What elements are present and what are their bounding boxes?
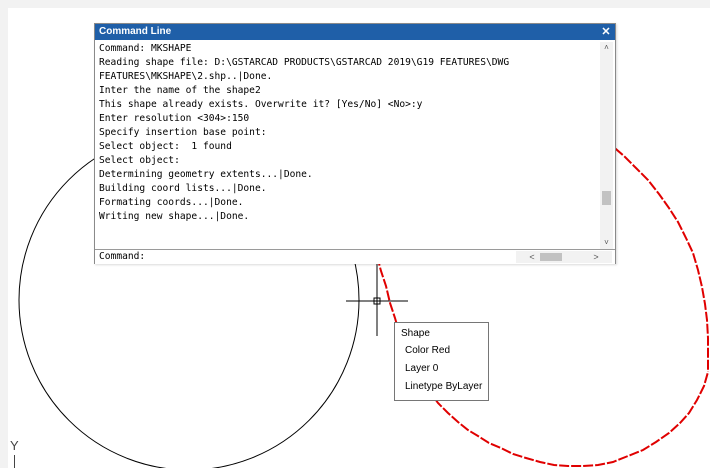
command-line-title: Command Line (99, 26, 172, 37)
history-line: Writing new shape...|Done. (99, 211, 250, 222)
tooltip-title: Shape (401, 328, 430, 339)
object-tooltip: Shape Color Red Layer 0 Linetype ByLayer (394, 322, 489, 401)
history-line: FEATURES\MKSHAPE\2.shp..|Done. (99, 71, 273, 82)
history-line: Building coord lists...|Done. (99, 183, 267, 194)
history-line: Formating coords...|Done. (99, 197, 244, 208)
command-line-titlebar[interactable]: Command Line ✕ (95, 24, 615, 40)
horizontal-scroll-thumb[interactable] (540, 253, 562, 261)
tooltip-color: Color Red (405, 345, 451, 356)
scroll-down-icon[interactable]: ˅ (600, 237, 613, 249)
history-line: This shape already exists. Overwrite it?… (99, 99, 423, 110)
close-icon[interactable]: ✕ (601, 24, 611, 40)
history-line: Determining geometry extents...|Done. (99, 169, 313, 180)
tooltip-layer: Layer 0 (405, 363, 439, 374)
ucs-axis-icon (14, 455, 15, 468)
scroll-right-icon[interactable]: > (590, 251, 602, 263)
history-line: Inter the name of the shape2 (99, 85, 261, 96)
vertical-scrollbar[interactable]: ˄ ˅ (600, 42, 613, 249)
command-line-window[interactable]: Command Line ✕ Command: MKSHAPE Reading … (94, 23, 616, 264)
history-line: Reading shape file: D:\GSTARCAD PRODUCTS… (99, 57, 510, 68)
command-prompt[interactable]: Command: (99, 250, 145, 264)
ucs-y-label: Y (10, 438, 19, 453)
command-history[interactable]: Command: MKSHAPE Reading shape file: D:\… (99, 42, 599, 250)
history-line: Enter resolution <304>:150 (99, 113, 250, 124)
vertical-scroll-thumb[interactable] (602, 191, 611, 205)
horizontal-scrollbar[interactable]: < > (516, 251, 612, 263)
scroll-up-icon[interactable]: ˄ (600, 42, 613, 54)
scroll-left-icon[interactable]: < (526, 251, 538, 263)
command-input-row[interactable]: Command: < > (95, 249, 615, 264)
history-line: Select object: 1 found (99, 141, 232, 152)
history-line: Specify insertion base point: (99, 127, 267, 138)
history-line: Select object: (99, 155, 180, 166)
tooltip-linetype: Linetype ByLayer (405, 381, 483, 392)
history-line: Command: MKSHAPE (99, 43, 192, 54)
